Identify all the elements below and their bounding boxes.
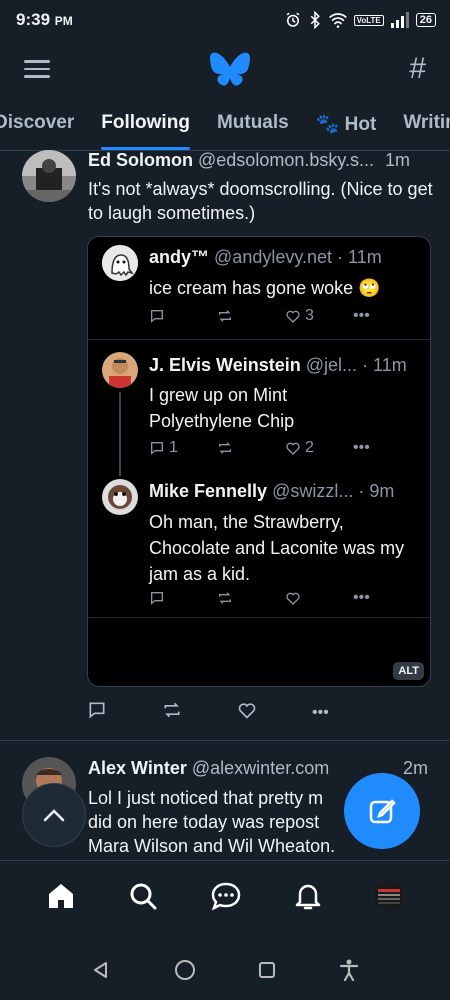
repost-icon[interactable] (217, 590, 285, 606)
more-options-icon[interactable]: ••• (353, 589, 370, 607)
search-icon[interactable] (128, 881, 158, 911)
quote-header: J. Elvis Weinstein @jel... · 11m (149, 355, 407, 376)
quote-text: Oh man, the Strawberry, Chocolate and La… (149, 512, 405, 584)
notifications-icon[interactable] (294, 881, 322, 911)
author-handle[interactable]: @alexwinter.com (192, 758, 329, 778)
hamburger-icon[interactable] (24, 55, 50, 83)
post-time: · 9m (358, 481, 395, 501)
like-button[interactable]: 2 (285, 439, 353, 457)
tab-writing[interactable]: Writing (403, 100, 450, 150)
alt-text-badge[interactable]: ALT (393, 662, 424, 680)
author-handle[interactable]: @edsolomon.bsky.s... (198, 150, 374, 170)
heart-icon[interactable] (237, 700, 312, 725)
author-name[interactable]: Mike Fennelly (149, 481, 267, 501)
quote-header: andy™ @andylevy.net · 11m (149, 247, 382, 268)
chat-icon[interactable] (210, 881, 242, 911)
reply-icon (151, 442, 163, 455)
reply-icon[interactable] (87, 700, 162, 725)
home-icon[interactable] (46, 881, 76, 911)
tab-hot[interactable]: 🐾 Hot (316, 100, 377, 150)
butterfly-logo[interactable] (209, 51, 250, 87)
post-header: Ed Solomon @edsolomon.bsky.s... 1m (88, 150, 410, 171)
reply-button[interactable]: 1 (149, 439, 217, 457)
battery-indicator: 26 (415, 13, 436, 27)
signal-icon (390, 12, 409, 28)
status-icons: VoLTE 26 (284, 11, 436, 29)
quote-header: Mike Fennelly @swizzl... · 9m (149, 481, 394, 502)
compose-icon (369, 799, 396, 824)
app-header: # (0, 40, 450, 98)
post-time: · 11m (362, 355, 407, 375)
recents-icon[interactable] (258, 961, 276, 979)
status-bar: 9:39 PM VoLTE 26 (0, 0, 450, 40)
like-count: 2 (305, 439, 314, 456)
avatar[interactable] (102, 479, 138, 515)
chevron-up-icon (43, 809, 65, 822)
post-text: It's not *always* doomscrolling. (Nice t… (88, 179, 433, 223)
post-time: · 11m (337, 247, 382, 267)
post-action-bar: ••• (87, 700, 387, 725)
repost-icon[interactable] (217, 440, 285, 456)
like-button[interactable]: 3 (285, 307, 353, 325)
avatar[interactable] (102, 245, 138, 281)
quoted-post[interactable]: andy™ @andylevy.net · 11m ice cream has … (87, 236, 431, 687)
quote-text: ice cream has gone woke 🙄 (149, 278, 381, 298)
post-time: 1m (385, 150, 411, 170)
author-handle[interactable]: @jel... (306, 355, 357, 375)
reply-icon[interactable] (149, 308, 217, 324)
repost-icon[interactable] (162, 700, 237, 725)
tab-mutuals[interactable]: Mutuals (217, 100, 289, 150)
alarm-icon (286, 12, 300, 27)
heart-icon (286, 310, 300, 323)
more-options-icon[interactable]: ••• (312, 704, 387, 722)
tab-discover[interactable]: Discover (0, 100, 74, 150)
heart-icon[interactable] (285, 590, 353, 606)
accessibility-icon[interactable] (339, 959, 359, 981)
author-name[interactable]: Ed Solomon (88, 150, 193, 170)
action-bar: 1 2 ••• (149, 439, 409, 457)
scroll-to-top-button[interactable] (22, 783, 86, 847)
thread-line (119, 392, 121, 476)
divider (88, 339, 430, 340)
tab-following[interactable]: Following (101, 100, 190, 150)
bottom-nav (0, 860, 450, 930)
author-name[interactable]: Alex Winter (88, 758, 187, 778)
heart-icon (286, 442, 300, 455)
post-header: Alex Winter @alexwinter.com (88, 758, 329, 779)
action-bar: 3 ••• (149, 307, 409, 325)
author-name[interactable]: J. Elvis Weinstein (149, 355, 301, 375)
author-handle[interactable]: @andylevy.net (214, 247, 332, 267)
bluetooth-icon (310, 11, 320, 29)
post-time: 2m (403, 758, 429, 778)
author-handle[interactable]: @swizzl... (272, 481, 353, 501)
clock: 9:39 PM (16, 10, 73, 29)
home-circle-icon[interactable] (174, 959, 196, 981)
profile-avatar[interactable] (374, 880, 404, 911)
more-options-icon[interactable]: ••• (353, 439, 370, 457)
back-icon[interactable] (91, 960, 111, 980)
quote-text: I grew up on Mint Polyethylene Chip (149, 385, 295, 431)
more-options-icon[interactable]: ••• (353, 307, 370, 325)
repost-icon[interactable] (217, 308, 285, 324)
reply-count: 1 (169, 439, 178, 456)
divider (88, 617, 430, 618)
avatar[interactable] (102, 352, 138, 388)
author-name[interactable]: andy™ (149, 247, 209, 267)
post-divider (0, 740, 450, 741)
feed-tabs: Discover Following Mutuals 🐾 Hot Writing (0, 100, 450, 150)
action-bar: ••• (149, 589, 409, 607)
compose-button[interactable] (344, 773, 420, 849)
reply-icon[interactable] (149, 590, 217, 606)
wifi-icon (328, 13, 347, 28)
hash-icon[interactable]: # (409, 52, 426, 86)
system-nav (0, 940, 450, 1000)
avatar[interactable] (22, 150, 76, 202)
volte-badge: VoLTE (353, 14, 384, 26)
like-count: 3 (305, 307, 314, 324)
